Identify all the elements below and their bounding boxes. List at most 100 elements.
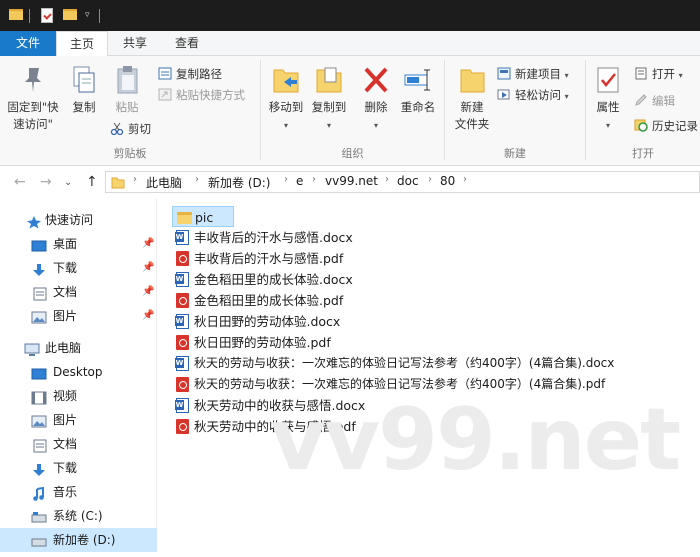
nav-this-pc[interactable]: 此电脑 bbox=[0, 336, 157, 360]
properties-button[interactable]: 属性 ▾ bbox=[590, 64, 626, 134]
nav-desktop[interactable]: Desktop bbox=[0, 360, 157, 384]
cut-button[interactable]: 剪切 bbox=[110, 119, 151, 139]
copy-to-folder-icon bbox=[314, 64, 344, 96]
breadcrumb-chevron-icon[interactable]: › bbox=[284, 174, 288, 185]
address-row: ← → ⌄ ↑ › 此电脑 › 新加卷 (D:) › e › vv99.net … bbox=[0, 166, 700, 198]
rename-button[interactable]: 重命名 bbox=[397, 64, 439, 116]
pin-to-quick-access-button[interactable]: 固定到"快 速访问" bbox=[4, 64, 62, 133]
copy-button[interactable]: 复制 bbox=[66, 64, 102, 116]
pdf-icon bbox=[176, 419, 189, 434]
folder-icon bbox=[177, 212, 192, 224]
file-name: 秋天的劳动与收获：一次难忘的体验日记写法参考（约400字）(4篇合集).docx bbox=[194, 356, 615, 370]
nav-videos[interactable]: 视频 bbox=[0, 384, 157, 408]
breadcrumb-doc[interactable]: doc bbox=[397, 174, 419, 188]
folder-icon bbox=[111, 175, 125, 189]
music-note-icon bbox=[31, 485, 47, 501]
nav-pictures[interactable]: 图片 bbox=[0, 408, 157, 432]
list-item-folder[interactable]: pic bbox=[172, 206, 234, 227]
properties-quick-icon[interactable] bbox=[41, 8, 53, 23]
breadcrumb-chevron-icon[interactable]: › bbox=[133, 174, 137, 185]
clipboard-group: 固定到"快 速访问" 复制 粘贴 复制路径 粘贴快捷方式 剪切 剪贴板 bbox=[0, 56, 260, 166]
recent-locations-chevron-icon[interactable]: ⌄ bbox=[64, 177, 72, 188]
breadcrumb-chevron-icon[interactable]: › bbox=[195, 174, 199, 185]
breadcrumb-e[interactable]: e bbox=[296, 174, 303, 188]
nav-new-volume-d[interactable]: 新加卷 (D:) bbox=[0, 528, 157, 552]
dropdown-chevron-icon: ▾ bbox=[564, 71, 569, 80]
nav-quick-access-label: 快速访问 bbox=[45, 213, 94, 227]
nav-desktop-pinned[interactable]: 桌面 📌 bbox=[0, 232, 157, 256]
nav-downloads-pinned[interactable]: 下载 📌 bbox=[0, 256, 157, 280]
dropdown-chevron-icon: ▾ bbox=[678, 71, 683, 80]
copy-path-icon bbox=[158, 66, 172, 80]
dropdown-chevron-icon: ▾ bbox=[326, 121, 331, 130]
nav-pictures-pinned[interactable]: 图片 📌 bbox=[0, 304, 157, 328]
tab-share[interactable]: 共享 bbox=[112, 31, 158, 56]
forward-arrow-icon[interactable]: → bbox=[40, 174, 52, 190]
up-arrow-icon[interactable]: ↑ bbox=[86, 174, 98, 190]
computer-icon bbox=[24, 341, 40, 356]
move-to-button[interactable]: 移动到 ▾ bbox=[265, 64, 307, 134]
copy-to-label: 复制到 bbox=[311, 100, 347, 114]
breadcrumb-80[interactable]: 80 bbox=[440, 174, 455, 188]
desktop-icon bbox=[31, 365, 47, 380]
pdf-icon bbox=[176, 377, 189, 392]
address-bar[interactable]: › 此电脑 › 新加卷 (D:) › e › vv99.net › doc › … bbox=[105, 171, 700, 193]
nav-music[interactable]: 音乐 bbox=[0, 480, 157, 504]
nav-system-c[interactable]: 系统 (C:) bbox=[0, 504, 157, 528]
toolbar-divider bbox=[29, 9, 30, 23]
new-folder-quick-icon[interactable] bbox=[63, 9, 77, 20]
breadcrumb-vv99[interactable]: vv99.net bbox=[325, 174, 378, 188]
new-group-label: 新建 bbox=[504, 147, 526, 160]
easy-access-button[interactable]: 轻松访问 ▾ bbox=[497, 85, 569, 105]
pin-icon[interactable]: 📌 bbox=[142, 256, 154, 280]
nav-documents[interactable]: 文档 bbox=[0, 432, 157, 456]
breadcrumb-chevron-icon[interactable]: › bbox=[463, 174, 467, 185]
clipboard-paste-icon bbox=[112, 64, 142, 96]
new-folder-button[interactable]: 新建 文件夹 bbox=[449, 64, 495, 133]
tab-file[interactable]: 文件 bbox=[0, 31, 56, 56]
new-item-label: 新建项目 bbox=[515, 67, 561, 81]
history-button[interactable]: 历史记录 bbox=[634, 116, 698, 136]
file-name: 金色稻田里的成长体验.pdf bbox=[194, 293, 344, 308]
copy-to-button[interactable]: 复制到 ▾ bbox=[309, 64, 349, 134]
nav-new-volume-d-label: 新加卷 (D:) bbox=[53, 533, 116, 547]
easy-access-icon bbox=[497, 87, 511, 100]
nav-downloads[interactable]: 下载 bbox=[0, 456, 157, 480]
edit-label: 编辑 bbox=[652, 94, 675, 108]
breadcrumb-this-pc[interactable]: 此电脑 bbox=[146, 174, 182, 191]
pin-icon[interactable]: 📌 bbox=[142, 304, 154, 328]
tab-view[interactable]: 查看 bbox=[164, 31, 210, 56]
breadcrumb-chevron-icon[interactable]: › bbox=[428, 174, 432, 185]
copy-path-label: 复制路径 bbox=[176, 67, 222, 81]
edit-button[interactable]: 编辑 bbox=[634, 91, 675, 111]
paste-button[interactable]: 粘贴 bbox=[107, 64, 147, 116]
paste-shortcut-button[interactable]: 粘贴快捷方式 bbox=[158, 85, 245, 105]
breadcrumb-chevron-icon[interactable]: › bbox=[385, 174, 389, 185]
file-name: 丰收背后的汗水与感悟.docx bbox=[194, 230, 353, 245]
move-to-folder-icon bbox=[271, 64, 301, 96]
nav-documents-pinned[interactable]: 文档 📌 bbox=[0, 280, 157, 304]
dropdown-chevron-icon: ▾ bbox=[605, 121, 610, 130]
tab-home[interactable]: 主页 bbox=[56, 31, 108, 57]
picture-icon bbox=[31, 413, 47, 428]
breadcrumb-chevron-icon[interactable]: › bbox=[312, 174, 316, 185]
back-arrow-icon[interactable]: ← bbox=[14, 174, 26, 190]
delete-button[interactable]: 删除 ▾ bbox=[359, 64, 393, 134]
folder-icon[interactable] bbox=[9, 9, 23, 20]
desktop-icon bbox=[31, 237, 47, 252]
word-document-icon bbox=[175, 398, 189, 413]
pin-icon[interactable]: 📌 bbox=[142, 280, 154, 304]
customize-toolbar-chevron-icon[interactable]: ▿ bbox=[85, 10, 90, 26]
copy-path-button[interactable]: 复制路径 bbox=[158, 64, 222, 84]
breadcrumb-drive-d[interactable]: 新加卷 (D:) bbox=[208, 174, 270, 191]
nav-this-pc-label: 此电脑 bbox=[45, 341, 82, 355]
pdf-icon bbox=[176, 251, 189, 266]
file-name: 金色稻田里的成长体验.docx bbox=[194, 272, 353, 287]
paste-shortcut-label: 粘贴快捷方式 bbox=[176, 88, 245, 102]
pin-icon[interactable]: 📌 bbox=[142, 232, 154, 256]
nav-quick-access[interactable]: 快速访问 bbox=[0, 208, 157, 232]
nav-documents-label: 文档 bbox=[53, 285, 78, 299]
open-button[interactable]: 打开 ▾ bbox=[634, 64, 683, 84]
nav-videos-label: 视频 bbox=[53, 389, 78, 403]
new-item-button[interactable]: 新建项目 ▾ bbox=[497, 64, 569, 84]
